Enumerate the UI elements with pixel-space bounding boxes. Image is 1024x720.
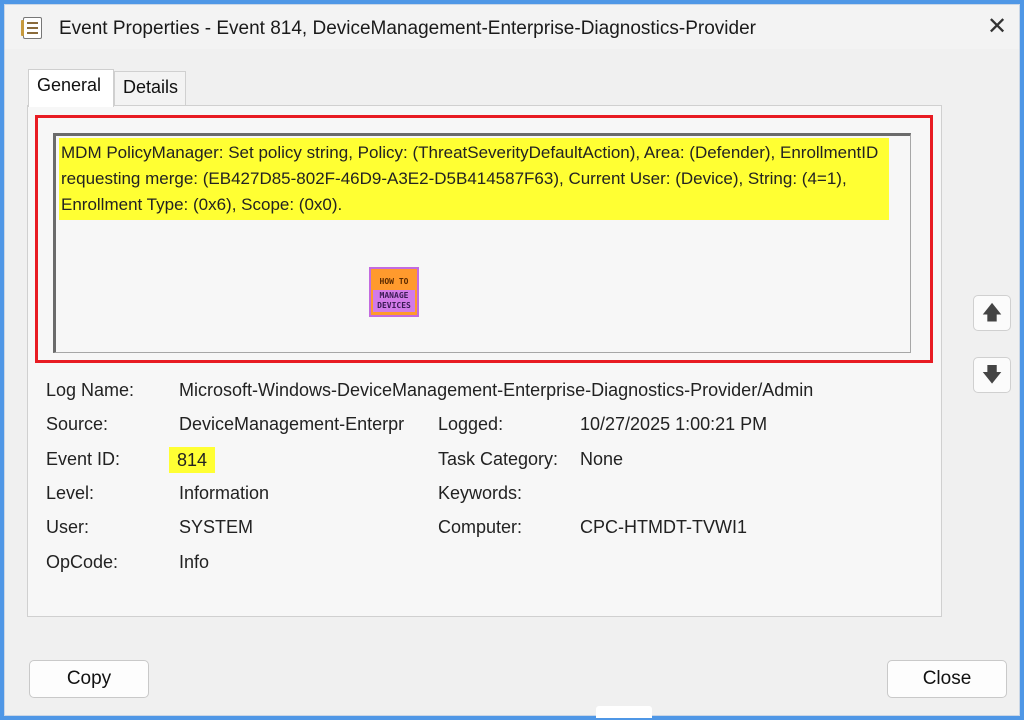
arrow-up-icon: 🡅 xyxy=(981,302,1003,324)
taskbar-stub xyxy=(596,706,652,718)
opcode-label: OpCode: xyxy=(46,552,119,572)
source-label: Source: xyxy=(46,414,109,434)
close-button[interactable]: Close xyxy=(887,660,1007,698)
opcode-value: Info xyxy=(179,552,210,572)
logged-label: Logged: xyxy=(438,414,504,434)
event-id-value: 814 xyxy=(169,447,216,473)
log-name-label: Log Name: xyxy=(46,380,135,400)
window-title: Event Properties - Event 814, DeviceMana… xyxy=(59,18,756,39)
task-category-label: Task Category: xyxy=(438,449,559,469)
event-description-text: MDM PolicyManager: Set policy string, Po… xyxy=(59,138,889,220)
copy-button[interactable]: Copy xyxy=(29,660,149,698)
title-bar: Event Properties - Event 814, DeviceMana… xyxy=(5,5,1019,49)
computer-label: Computer: xyxy=(438,517,523,537)
level-value: Information xyxy=(179,483,270,503)
previous-event-button[interactable]: 🡅 xyxy=(973,295,1011,331)
tab-general[interactable]: General xyxy=(28,69,114,107)
keywords-label: Keywords: xyxy=(438,483,523,503)
event-id-label: Event ID: xyxy=(46,449,121,469)
event-properties-window: Event Properties - Event 814, DeviceMana… xyxy=(4,4,1020,716)
source-value: DeviceManagement-Enterpr xyxy=(179,414,405,434)
user-value: SYSTEM xyxy=(179,517,254,537)
logo-line-1: HOW TO xyxy=(379,277,409,286)
close-icon[interactable]: ✕ xyxy=(983,13,1011,41)
log-name-value: Microsoft-Windows-DeviceManagement-Enter… xyxy=(179,380,814,400)
user-label: User: xyxy=(46,517,90,537)
annotation-frame: MDM PolicyManager: Set policy string, Po… xyxy=(35,115,933,363)
logged-value: 10/27/2025 1:00:21 PM xyxy=(580,414,768,434)
level-label: Level: xyxy=(46,483,95,503)
event-viewer-icon xyxy=(21,17,42,39)
next-event-button[interactable]: 🡇 xyxy=(973,357,1011,393)
event-description-box[interactable]: MDM PolicyManager: Set policy string, Po… xyxy=(53,133,911,353)
task-category-value: None xyxy=(580,449,624,469)
general-panel: MDM PolicyManager: Set policy string, Po… xyxy=(27,105,942,617)
htmd-logo: HOW TO MANAGE DEVICES xyxy=(369,267,419,317)
arrow-down-icon: 🡇 xyxy=(981,364,1003,386)
tab-details[interactable]: Details xyxy=(114,71,186,105)
logo-line-2: MANAGE DEVICES xyxy=(373,290,415,312)
computer-value: CPC-HTMDT-TVWI1 xyxy=(580,517,747,537)
